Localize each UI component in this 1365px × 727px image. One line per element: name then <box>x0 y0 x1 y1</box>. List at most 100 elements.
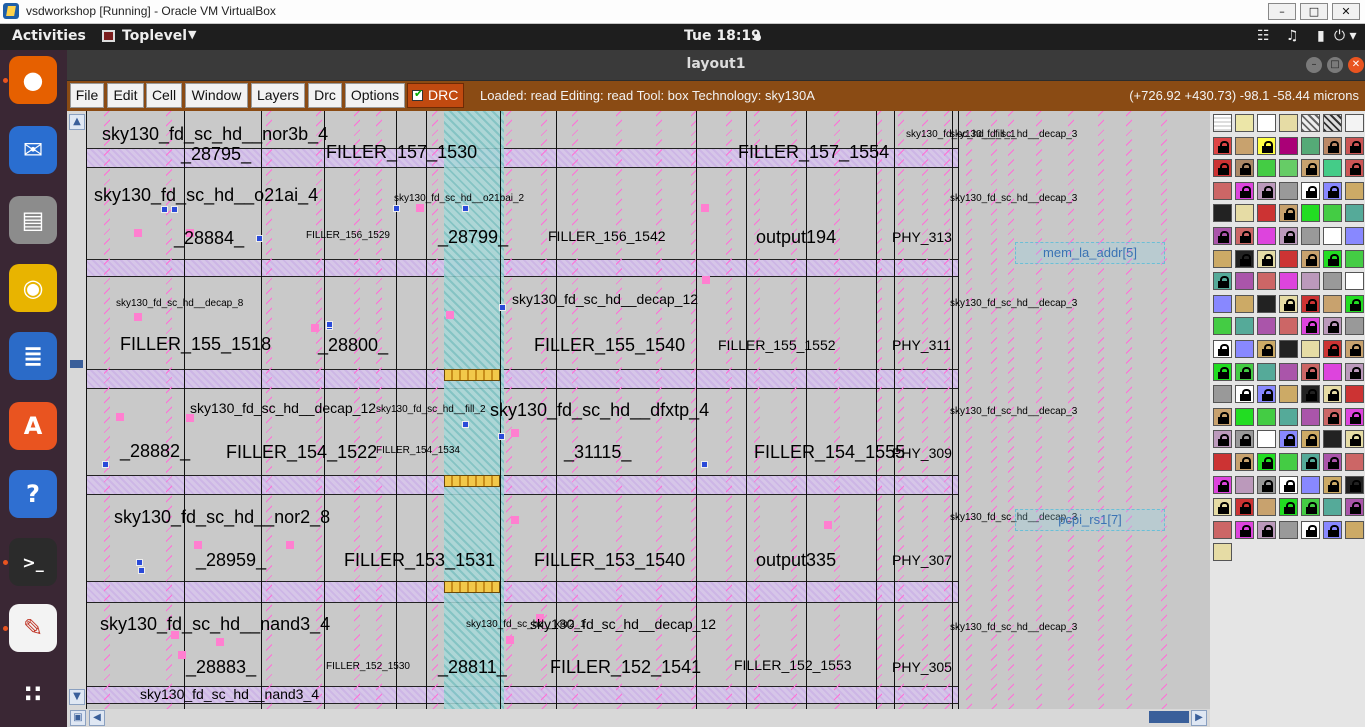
layer-swatch[interactable] <box>1235 204 1254 223</box>
menu-drc[interactable]: Drc <box>308 83 342 108</box>
layer-swatch[interactable] <box>1257 227 1276 245</box>
layer-swatch[interactable] <box>1301 317 1320 336</box>
layer-swatch[interactable] <box>1257 136 1276 155</box>
layer-swatch[interactable] <box>1323 204 1342 223</box>
layer-swatch[interactable] <box>1301 407 1320 426</box>
layer-swatch[interactable] <box>1257 520 1276 539</box>
dock-text-editor[interactable]: ✎ <box>9 604 57 652</box>
close-button[interactable]: ✕ <box>1348 57 1364 73</box>
layer-swatch[interactable] <box>1257 294 1276 313</box>
vertical-scrollbar[interactable]: ▲ ▼ <box>67 111 86 709</box>
layer-swatch[interactable] <box>1257 407 1276 426</box>
layer-swatch[interactable] <box>1323 136 1342 155</box>
pin-label[interactable]: pcpi_rs1[7] <box>1015 509 1165 531</box>
layer-swatch[interactable] <box>1235 520 1254 539</box>
layer-swatch[interactable] <box>1257 498 1276 517</box>
layer-swatch[interactable] <box>1323 453 1342 471</box>
layer-swatch[interactable] <box>1213 520 1232 539</box>
drc-checkbox[interactable]: ✔ <box>412 87 423 101</box>
scroll-up-button[interactable]: ▲ <box>69 114 85 130</box>
layer-swatch[interactable] <box>1301 227 1320 245</box>
layer-swatch[interactable] <box>1235 362 1254 381</box>
layer-swatch[interactable] <box>1279 453 1298 471</box>
layer-swatch[interactable] <box>1301 159 1320 178</box>
layer-swatch[interactable] <box>1323 272 1342 291</box>
layer-swatch[interactable] <box>1257 453 1276 471</box>
layer-swatch[interactable] <box>1345 385 1364 404</box>
vbox-close-button[interactable]: ✕ <box>1332 3 1360 20</box>
layer-swatch[interactable] <box>1301 272 1320 291</box>
layer-swatch[interactable] <box>1235 249 1254 268</box>
layer-swatch[interactable] <box>1213 362 1232 381</box>
layer-swatch[interactable] <box>1257 114 1276 132</box>
layout-canvas[interactable]: sky130_fd_sc_hd__nor3b_4 _28795_ FILLER_15… <box>86 111 1210 709</box>
dock-rhythmbox[interactable]: ◉ <box>9 264 57 312</box>
layer-swatch[interactable] <box>1213 475 1232 494</box>
scroll-left-button[interactable]: ◀ <box>89 710 105 726</box>
layer-swatch[interactable] <box>1345 136 1364 155</box>
layer-swatch[interactable] <box>1301 385 1320 404</box>
layer-swatch[interactable] <box>1257 181 1276 200</box>
layer-swatch[interactable] <box>1279 114 1298 132</box>
layer-swatch[interactable] <box>1279 317 1298 336</box>
horizontal-scroll-thumb[interactable] <box>1149 711 1189 723</box>
layer-swatch[interactable] <box>1213 294 1232 313</box>
vbox-maximize-button[interactable]: □ <box>1300 3 1328 20</box>
layer-swatch[interactable] <box>1345 159 1364 178</box>
layer-swatch[interactable] <box>1235 407 1254 426</box>
layer-swatch[interactable] <box>1279 385 1298 404</box>
layer-swatch[interactable] <box>1257 249 1276 268</box>
layer-swatch[interactable] <box>1213 272 1232 291</box>
layer-swatch[interactable] <box>1323 340 1342 358</box>
layer-swatch[interactable] <box>1279 430 1298 449</box>
layer-swatch[interactable] <box>1301 136 1320 155</box>
layer-swatch[interactable] <box>1235 498 1254 517</box>
layer-swatch[interactable] <box>1213 249 1232 268</box>
layer-swatch[interactable] <box>1279 181 1298 200</box>
layer-swatch[interactable] <box>1345 294 1364 313</box>
layer-swatch[interactable] <box>1301 114 1320 132</box>
scroll-down-button[interactable]: ▼ <box>69 689 85 705</box>
layer-swatch[interactable] <box>1323 430 1342 449</box>
layer-swatch[interactable] <box>1257 317 1276 336</box>
layer-swatch[interactable] <box>1279 159 1298 178</box>
layer-swatch[interactable] <box>1301 362 1320 381</box>
layer-swatch[interactable] <box>1345 453 1364 471</box>
layer-swatch[interactable] <box>1213 543 1232 562</box>
layer-swatch[interactable] <box>1345 249 1364 268</box>
layer-swatch[interactable] <box>1279 475 1298 494</box>
network-icon[interactable]: ☷ <box>1257 28 1270 44</box>
layer-swatch[interactable] <box>1213 317 1232 336</box>
layer-swatch[interactable] <box>1301 249 1320 268</box>
layer-swatch[interactable] <box>1301 475 1320 494</box>
layer-swatch[interactable] <box>1213 385 1232 404</box>
layer-swatch[interactable] <box>1279 498 1298 517</box>
layer-swatch[interactable] <box>1323 475 1342 494</box>
app-menu-button[interactable]: Toplevel <box>122 28 187 44</box>
layer-swatch[interactable] <box>1235 430 1254 449</box>
layer-swatch[interactable] <box>1257 385 1276 404</box>
layer-swatch[interactable] <box>1279 272 1298 291</box>
layer-swatch[interactable] <box>1235 114 1254 132</box>
layer-swatch[interactable] <box>1235 181 1254 200</box>
layer-swatch[interactable] <box>1235 136 1254 155</box>
layer-swatch[interactable] <box>1213 204 1232 223</box>
layer-swatch[interactable] <box>1213 407 1232 426</box>
menu-file[interactable]: File <box>70 83 104 108</box>
layer-swatch[interactable] <box>1345 227 1364 245</box>
layer-swatch[interactable] <box>1323 159 1342 178</box>
layer-swatch[interactable] <box>1345 475 1364 494</box>
layer-swatch[interactable] <box>1323 227 1342 245</box>
layer-swatch[interactable] <box>1279 136 1298 155</box>
dock-libreoffice-writer[interactable]: ≣ <box>9 332 57 380</box>
layer-swatch[interactable] <box>1213 340 1232 358</box>
layer-swatch[interactable] <box>1235 294 1254 313</box>
layer-swatch[interactable] <box>1323 294 1342 313</box>
layer-swatch[interactable] <box>1301 453 1320 471</box>
volume-icon[interactable]: ♫ <box>1286 28 1299 44</box>
layer-swatch[interactable] <box>1323 520 1342 539</box>
layer-swatch[interactable] <box>1345 340 1364 358</box>
layer-swatch[interactable] <box>1323 181 1342 200</box>
layer-swatch[interactable] <box>1345 272 1364 291</box>
layer-swatch[interactable] <box>1235 475 1254 494</box>
